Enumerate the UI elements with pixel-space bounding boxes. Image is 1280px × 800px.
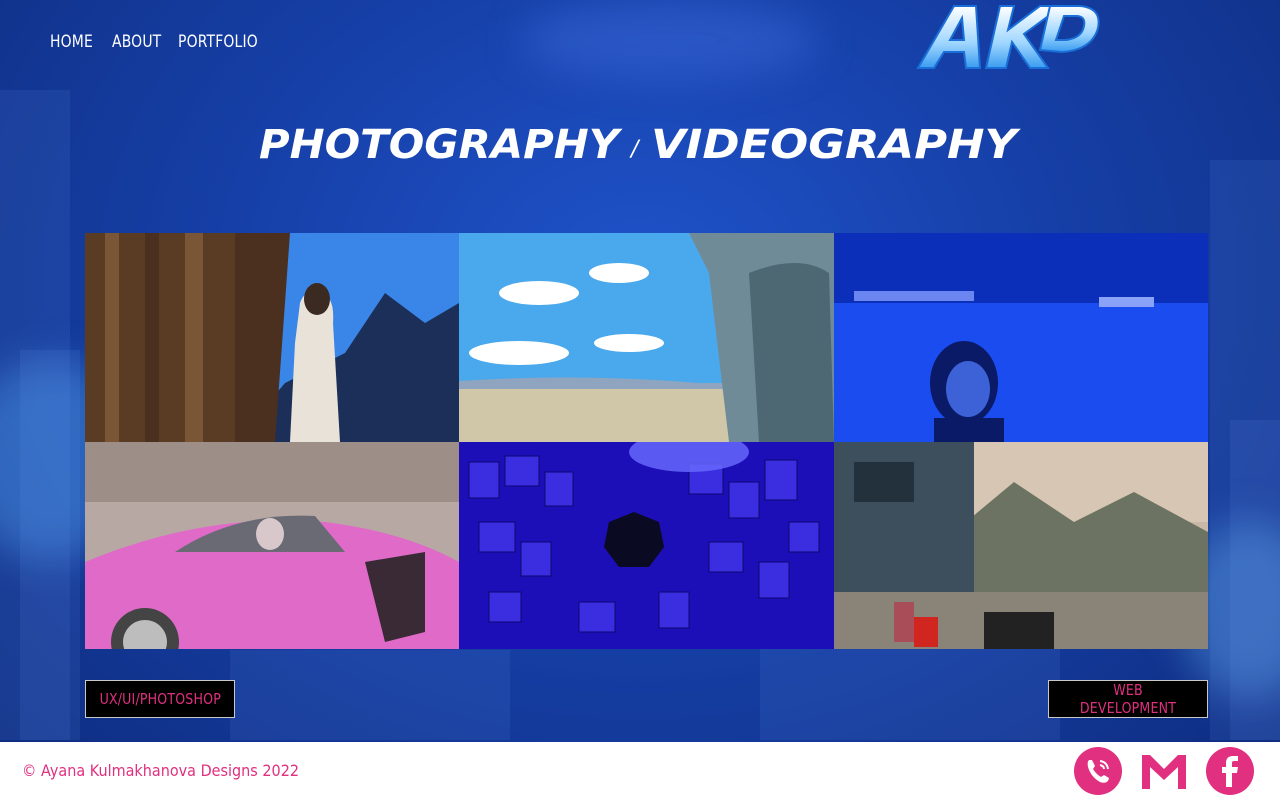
footer: © Ayana Kulmakhanova Designs 2022 (0, 742, 1280, 800)
title-separator: / (629, 137, 641, 162)
page-title: PHOTOGRAPHY / VIDEOGRAPHY (0, 118, 1280, 170)
facebook-icon[interactable] (1206, 747, 1254, 795)
girl-on-beach-image (834, 233, 1208, 442)
gallery-photo-4[interactable] (85, 442, 459, 649)
photo-gallery (85, 233, 1208, 649)
gallery-photo-3[interactable] (834, 233, 1208, 442)
gallery-photo-6[interactable] (834, 442, 1208, 649)
nav-portfolio-link[interactable]: PORTFOLIO (178, 32, 258, 52)
nav-home-link[interactable]: HOME (50, 32, 93, 52)
title-part1: PHOTOGRAPHY (259, 122, 623, 168)
copyright-text: © Ayana Kulmakhanova Designs 2022 (22, 761, 300, 780)
uxui-photoshop-button[interactable]: UX/UI/PHOTOSHOP (85, 680, 235, 718)
mountain-cafe-image (834, 442, 1208, 649)
gallery-photo-5[interactable] (459, 442, 834, 649)
social-links (1074, 747, 1254, 795)
gallery-photo-1[interactable] (85, 233, 459, 442)
poster-wall-image (459, 442, 834, 649)
woman-at-window-image (85, 233, 459, 442)
web-development-button[interactable]: WEB DEVELOPMENT (1048, 680, 1208, 718)
gallery-photo-2[interactable] (459, 233, 834, 442)
main-nav: HOME ABOUT PORTFOLIO (50, 32, 268, 52)
gmail-icon[interactable] (1140, 747, 1188, 795)
nav-about-link[interactable]: ABOUT (112, 32, 161, 52)
car-window-sky-image (459, 233, 834, 442)
pink-sports-car-image (85, 442, 459, 649)
phone-icon[interactable] (1074, 747, 1122, 795)
site-logo[interactable] (916, 0, 1102, 74)
title-part2: VIDEOGRAPHY (651, 122, 1021, 168)
